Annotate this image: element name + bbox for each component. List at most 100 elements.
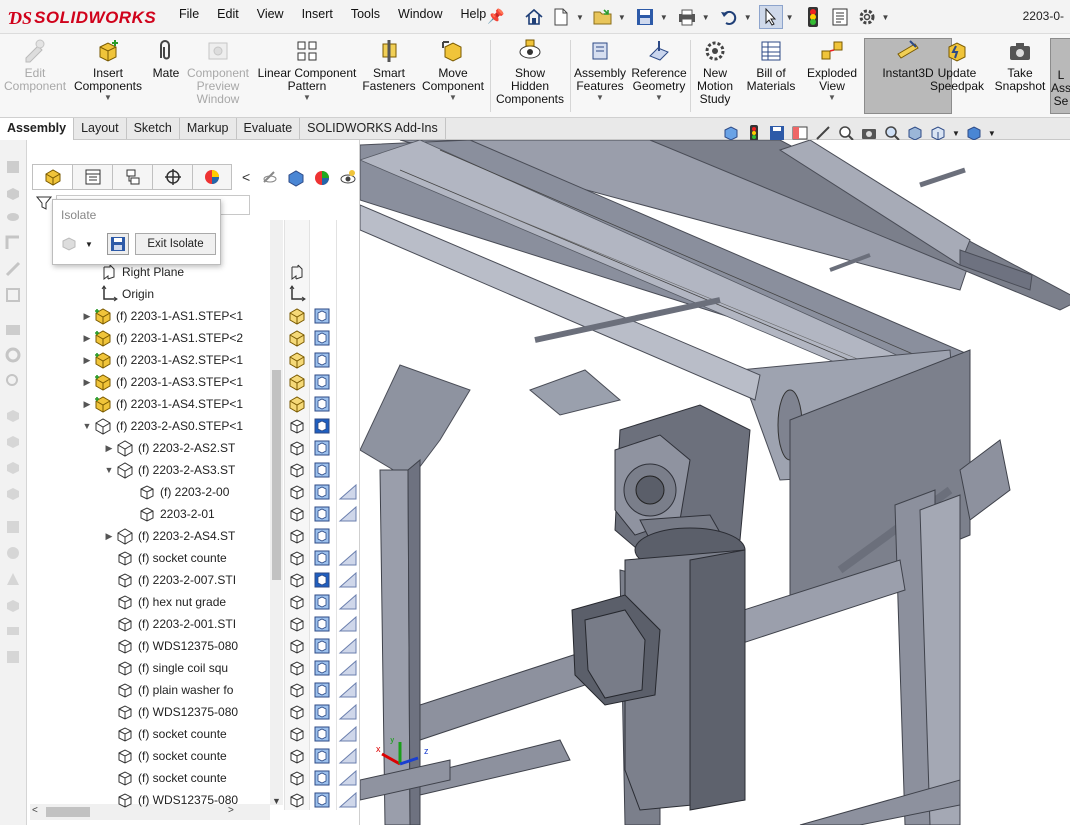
dimxpertmanager-tab[interactable] xyxy=(152,164,192,190)
tree-item[interactable]: ▶ (f) 2203-1-AS1.STEP<2 xyxy=(80,327,243,349)
hide-show-toggle-icon[interactable] xyxy=(288,307,306,325)
display-mode-icon[interactable] xyxy=(313,637,331,655)
displaymanager-tab[interactable] xyxy=(192,164,232,190)
expand-arrow-icon[interactable]: ▶ xyxy=(80,355,94,366)
menu-edit[interactable]: Edit xyxy=(208,7,248,21)
new-motion-study-button[interactable]: New Motion Study xyxy=(692,38,738,106)
tree-item[interactable]: 2203-2-01 xyxy=(124,503,215,525)
large-assembly-settings-button[interactable]: L Ass Se xyxy=(1050,38,1070,114)
display-mode-icon[interactable] xyxy=(313,505,331,523)
extrude-icon[interactable] xyxy=(4,184,22,202)
hide-show-toggle-icon[interactable] xyxy=(288,703,306,721)
tree-item[interactable]: (f) plain washer fo xyxy=(102,679,233,701)
scrollbar-thumb[interactable] xyxy=(272,370,281,580)
box-tool-icon[interactable] xyxy=(4,484,22,502)
hide-show-toggle-icon[interactable] xyxy=(288,725,306,743)
chevron-down-icon[interactable]: ▼ xyxy=(952,129,960,138)
update-speedpak-button[interactable]: Update Speedpak xyxy=(928,38,986,93)
chevron-down-icon[interactable]: ▼ xyxy=(660,13,668,22)
propertymanager-tab[interactable] xyxy=(72,164,112,190)
collapse-arrow-icon[interactable]: ▼ xyxy=(80,421,94,431)
hide-show-toggle-icon[interactable] xyxy=(288,373,306,391)
hide-show-toggle-icon[interactable] xyxy=(288,791,306,809)
chevron-down-icon[interactable]: ▼ xyxy=(702,13,710,22)
show-hidden-components-button[interactable]: Show Hidden Components xyxy=(494,38,566,106)
transparency-eye-icon[interactable] xyxy=(338,168,358,188)
hide-show-toggle-icon[interactable] xyxy=(288,461,306,479)
shell-icon[interactable] xyxy=(4,286,22,304)
display-mode-icon[interactable] xyxy=(313,461,331,479)
menu-file[interactable]: File xyxy=(170,7,208,21)
display-mode-icon[interactable] xyxy=(313,395,331,413)
box-tool-icon[interactable] xyxy=(4,406,22,424)
palette-icon[interactable] xyxy=(4,622,22,640)
appearance-wedge-icon[interactable] xyxy=(338,791,358,809)
menu-view[interactable]: View xyxy=(248,7,293,21)
exit-isolate-button[interactable]: Exit Isolate xyxy=(135,233,216,255)
chevron-down-icon[interactable]: ▼ xyxy=(828,93,836,103)
display-mode-icon[interactable] xyxy=(313,439,331,457)
isolate-display-dropdown[interactable]: ▼ xyxy=(59,234,99,254)
tree-item[interactable]: ▶ (f) 2203-2-AS4.ST xyxy=(102,525,235,547)
appearance-wedge-icon[interactable] xyxy=(338,725,358,743)
box-tool-icon[interactable] xyxy=(4,458,22,476)
chevron-down-icon[interactable]: ▼ xyxy=(104,93,112,103)
display-mode-icon[interactable] xyxy=(313,329,331,347)
tree-item[interactable]: ▼ (f) 2203-2-AS3.ST xyxy=(102,459,235,481)
chevron-down-icon[interactable]: ▼ xyxy=(618,13,626,22)
print-icon[interactable] xyxy=(675,5,699,29)
tree-item[interactable]: (f) socket counte xyxy=(102,547,227,569)
tree-item[interactable]: (f) socket counte xyxy=(102,767,227,789)
featuremanager-tab[interactable] xyxy=(32,164,72,190)
display-mode-icon[interactable] xyxy=(313,417,331,435)
display-mode-icon[interactable] xyxy=(313,593,331,611)
options-gear-icon[interactable] xyxy=(855,5,879,29)
tree-item[interactable]: (f) socket counte xyxy=(102,723,227,745)
rebuild-traffic-light-icon[interactable] xyxy=(801,5,825,29)
open-folder-icon[interactable] xyxy=(591,5,615,29)
display-mode-icon[interactable] xyxy=(313,659,331,677)
appearance-wedge-icon[interactable] xyxy=(338,549,358,567)
palette-icon[interactable] xyxy=(4,648,22,666)
display-mode-icon[interactable] xyxy=(313,703,331,721)
chevron-down-icon[interactable]: ▼ xyxy=(786,13,794,22)
tree-item[interactable]: Origin xyxy=(86,283,154,305)
appearance-wedge-icon[interactable] xyxy=(338,659,358,677)
display-mode-icon[interactable] xyxy=(313,681,331,699)
appearance-wedge-icon[interactable] xyxy=(338,571,358,589)
tree-item[interactable]: ▼ (f) 2203-2-AS0.STEP<1 xyxy=(80,415,243,437)
save-as-display-state-button[interactable] xyxy=(107,233,129,255)
filter-icon[interactable] xyxy=(36,195,52,211)
hide-show-toggle-icon[interactable] xyxy=(288,483,306,501)
linear-component-pattern-button[interactable]: Linear Component Pattern ▼ xyxy=(256,38,358,103)
conveyor-assembly-model[interactable] xyxy=(360,140,1070,825)
smart-fasteners-button[interactable]: Smart Fasteners xyxy=(362,38,416,93)
tree-item[interactable]: (f) single coil squ xyxy=(102,657,228,679)
appearance-wedge-icon[interactable] xyxy=(338,747,358,765)
display-mode-icon[interactable] xyxy=(313,725,331,743)
exploded-view-button[interactable]: Exploded View ▼ xyxy=(804,38,860,103)
mate-button[interactable]: Mate xyxy=(148,38,184,80)
tab-markup[interactable]: Markup xyxy=(180,118,237,139)
file-properties-icon[interactable] xyxy=(828,5,852,29)
graphics-area[interactable]: x y z xyxy=(360,140,1070,825)
revolve-icon[interactable] xyxy=(4,208,22,226)
search-tool-icon[interactable] xyxy=(4,372,22,390)
tree-item[interactable]: ▶ (f) 2203-1-AS4.STEP<1 xyxy=(80,393,243,415)
bill-of-materials-button[interactable]: Bill of Materials xyxy=(744,38,798,93)
expand-arrow-icon[interactable]: ▶ xyxy=(102,531,116,542)
chevron-left-icon[interactable]: < xyxy=(242,169,250,185)
palette-icon[interactable] xyxy=(4,544,22,562)
scroll-down-arrow-icon[interactable]: ▼ xyxy=(272,796,281,806)
hide-show-toggle-icon[interactable] xyxy=(288,505,306,523)
tree-item[interactable]: ▶ (f) 2203-1-AS1.STEP<1 xyxy=(80,305,243,327)
expand-arrow-icon[interactable]: ▶ xyxy=(80,377,94,388)
chevron-down-icon[interactable]: ▼ xyxy=(303,93,311,103)
hide-show-toggle-icon[interactable] xyxy=(288,769,306,787)
take-snapshot-button[interactable]: Take Snapshot xyxy=(992,38,1048,93)
tree-item[interactable]: (f) WDS12375-080 xyxy=(102,701,238,723)
appearance-wedge-icon[interactable] xyxy=(338,505,358,523)
hide-show-icon[interactable] xyxy=(260,168,280,188)
tree-item[interactable]: (f) 2203-2-00 xyxy=(124,481,229,503)
display-mode-icon[interactable] xyxy=(313,791,331,809)
